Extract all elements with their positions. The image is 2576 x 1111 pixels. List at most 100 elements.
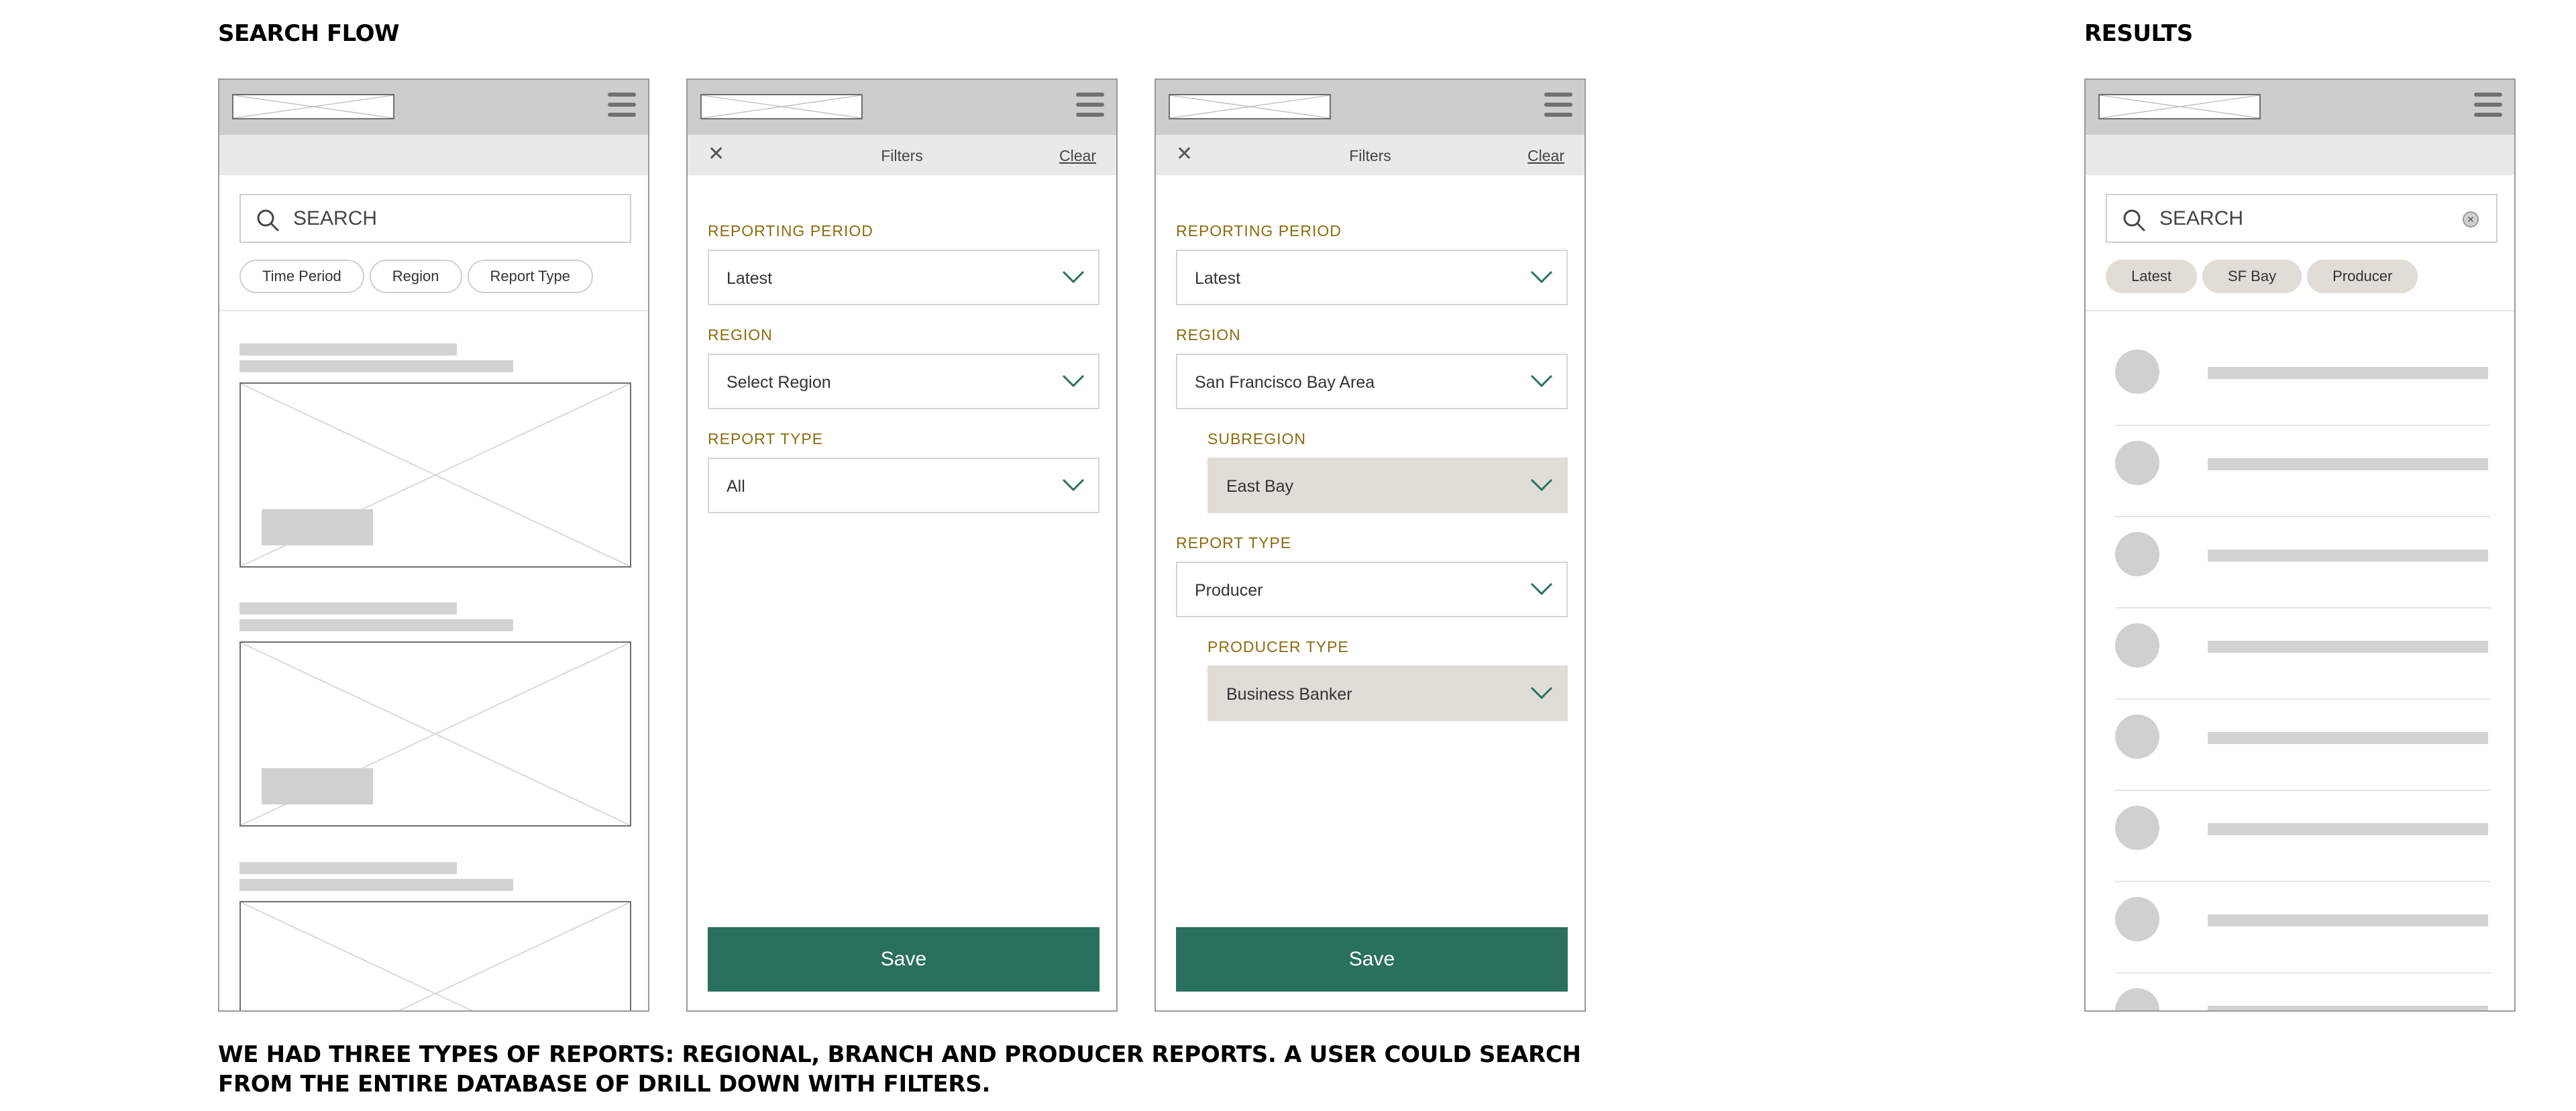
list-item[interactable]	[2115, 791, 2491, 882]
filters-title: Filters	[1349, 147, 1391, 164]
divider	[2086, 310, 2514, 311]
list-item-text-placeholder	[2208, 458, 2488, 470]
chevron-down-icon	[1530, 582, 1553, 596]
chevron-down-icon	[1530, 270, 1553, 284]
card-image-placeholder[interactable]	[239, 641, 631, 827]
select-subregion[interactable]: East Bay	[1208, 458, 1568, 513]
chip-region[interactable]: Region	[369, 260, 462, 293]
hamburger-menu-icon[interactable]	[1076, 93, 1104, 119]
phone-search-screen: SEARCH Time Period Region Report Type	[218, 78, 649, 1012]
hamburger-menu-icon[interactable]	[1544, 93, 1572, 119]
list-item[interactable]	[2115, 426, 2491, 517]
avatar	[2115, 988, 2159, 1010]
list-item-text-placeholder	[2208, 1006, 2488, 1010]
clear-link[interactable]: Clear	[1527, 147, 1564, 165]
list-item-text-placeholder	[2208, 367, 2488, 379]
select-region[interactable]: Select Region	[708, 354, 1099, 409]
avatar	[2115, 806, 2159, 850]
list-item-text-placeholder	[2208, 641, 2488, 653]
active-filter-chips: Latest SF Bay Producer	[2106, 260, 2418, 293]
card-image-placeholder[interactable]	[239, 382, 631, 568]
search-input[interactable]: SEARCH ×	[2106, 194, 2498, 243]
label-report-type: REPORT TYPE	[708, 430, 824, 447]
select-report-type[interactable]: All	[708, 458, 1099, 513]
search-input[interactable]: SEARCH	[239, 194, 631, 243]
phone-filters-drilldown-screen: ✕ Filters Clear REPORTING PERIOD Latest …	[1155, 78, 1586, 1012]
chevron-down-icon	[1530, 686, 1553, 700]
search-icon	[2123, 209, 2145, 231]
save-button[interactable]: Save	[1176, 927, 1568, 992]
avatar	[2115, 715, 2159, 759]
search-placeholder: SEARCH	[293, 207, 378, 229]
phone-filters-screen: ✕ Filters Clear REPORTING PERIOD Latest …	[686, 78, 1118, 1012]
label-producer-type: PRODUCER TYPE	[1208, 638, 1349, 655]
logo-placeholder	[2098, 94, 2261, 119]
clear-circle-icon[interactable]: ×	[2463, 211, 2479, 227]
sub-header	[219, 135, 648, 175]
save-button[interactable]: Save	[708, 927, 1099, 992]
card-title-placeholder	[239, 602, 457, 615]
app-header	[688, 80, 1116, 135]
label-reporting-period: REPORTING PERIOD	[1176, 222, 1342, 240]
list-item[interactable]	[2115, 609, 2491, 700]
sub-header	[2086, 135, 2514, 175]
label-region: REGION	[1176, 326, 1241, 343]
avatar	[2115, 532, 2159, 576]
app-header	[2086, 80, 2514, 135]
app-header	[219, 80, 648, 135]
select-producer-type[interactable]: Business Banker	[1208, 666, 1568, 721]
card-subtitle-placeholder	[239, 360, 513, 372]
logo-placeholder	[232, 94, 394, 119]
card-title-placeholder	[239, 343, 457, 356]
avatar	[2115, 897, 2159, 941]
label-reporting-period: REPORTING PERIOD	[708, 222, 873, 240]
list-item-text-placeholder	[2208, 914, 2488, 927]
filter-chips: Time Period Region Report Type	[239, 260, 593, 293]
phone-results-screen: SEARCH × Latest SF Bay Producer	[2084, 78, 2516, 1012]
search-icon	[257, 209, 279, 231]
list-item[interactable]	[2115, 335, 2491, 426]
select-reporting-period[interactable]: Latest	[708, 250, 1099, 305]
label-subregion: SUBREGION	[1208, 430, 1307, 447]
section-title-results: RESULTS	[2084, 20, 2193, 47]
hamburger-menu-icon[interactable]	[2474, 93, 2502, 119]
avatar	[2115, 441, 2159, 485]
chevron-down-icon	[1062, 478, 1085, 492]
select-reporting-period[interactable]: Latest	[1176, 250, 1568, 305]
select-value: San Francisco Bay Area	[1195, 373, 1375, 392]
chevron-down-icon	[1530, 374, 1553, 388]
label-report-type: REPORT TYPE	[1176, 534, 1292, 551]
list-item[interactable]	[2115, 517, 2491, 609]
select-value: Select Region	[727, 373, 831, 392]
select-region[interactable]: San Francisco Bay Area	[1176, 354, 1568, 409]
chip-report-type[interactable]: Report Type	[467, 260, 593, 293]
hamburger-menu-icon[interactable]	[608, 93, 636, 119]
list-item-text-placeholder	[2208, 823, 2488, 835]
list-item[interactable]	[2115, 973, 2491, 1010]
label-region: REGION	[708, 326, 773, 343]
list-item[interactable]	[2115, 882, 2491, 973]
select-value: East Bay	[1226, 477, 1294, 496]
chip-time-period[interactable]: Time Period	[239, 260, 364, 293]
select-value: Latest	[727, 269, 773, 288]
chip-sf-bay[interactable]: SF Bay	[2202, 260, 2302, 293]
select-report-type[interactable]: Producer	[1176, 562, 1568, 617]
card-image-placeholder[interactable]	[239, 901, 631, 1010]
card-subtitle-placeholder	[239, 619, 513, 631]
search-value: SEARCH	[2159, 207, 2244, 229]
logo-placeholder	[700, 94, 863, 119]
card-title-placeholder	[239, 862, 457, 874]
chip-producer[interactable]: Producer	[2307, 260, 2418, 293]
chevron-down-icon	[1062, 374, 1085, 388]
divider	[219, 310, 648, 311]
avatar	[2115, 623, 2159, 668]
filters-header: ✕ Filters Clear	[688, 135, 1116, 175]
filters-title: Filters	[881, 147, 923, 164]
card-button-placeholder	[262, 768, 373, 804]
app-header	[1156, 80, 1585, 135]
list-item[interactable]	[2115, 700, 2491, 791]
clear-link[interactable]: Clear	[1059, 147, 1096, 165]
logo-placeholder	[1169, 94, 1331, 119]
chevron-down-icon	[1530, 478, 1553, 492]
chip-latest[interactable]: Latest	[2106, 260, 2197, 293]
